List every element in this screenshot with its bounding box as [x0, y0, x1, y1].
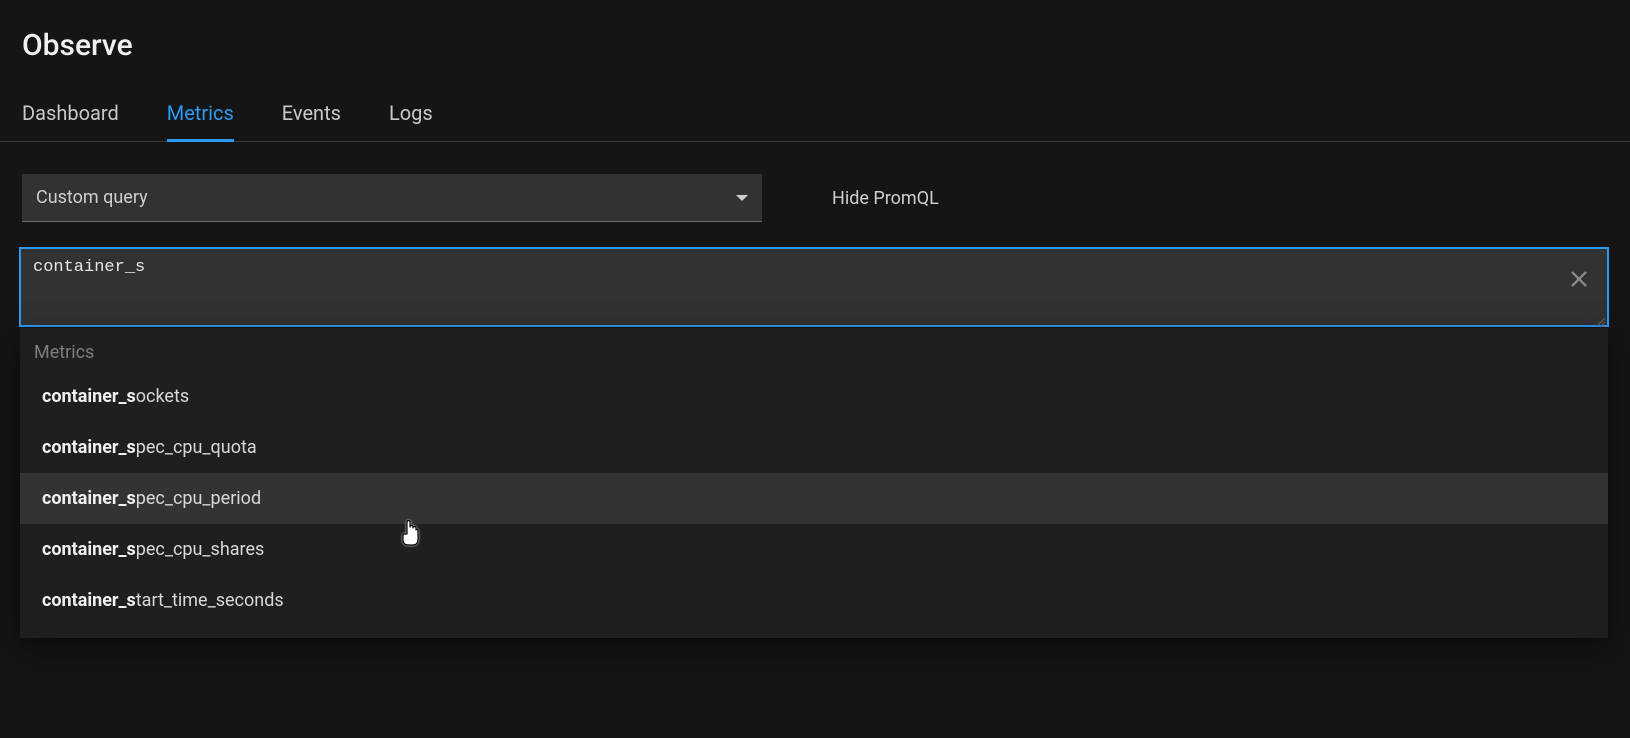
- toggle-promql-button[interactable]: Hide PromQL: [832, 188, 939, 209]
- tabs: Dashboard Metrics Events Logs: [0, 63, 1630, 142]
- page-title: Observe: [0, 0, 1630, 63]
- autocomplete-header: Metrics: [20, 328, 1608, 371]
- toolbar: Custom query Hide PromQL: [0, 142, 1630, 222]
- autocomplete-item[interactable]: container_sockets: [20, 371, 1608, 422]
- chevron-down-icon: [736, 195, 748, 201]
- autocomplete-items: container_socketscontainer_spec_cpu_quot…: [20, 371, 1608, 626]
- autocomplete-item[interactable]: container_spec_cpu_shares: [20, 524, 1608, 575]
- tab-logs[interactable]: Logs: [389, 101, 433, 141]
- query-template-select[interactable]: Custom query: [22, 174, 762, 222]
- query-template-select-label: Custom query: [36, 187, 148, 208]
- tab-events[interactable]: Events: [282, 101, 341, 141]
- autocomplete-item[interactable]: container_start_time_seconds: [20, 575, 1608, 626]
- tab-dashboard[interactable]: Dashboard: [22, 101, 119, 141]
- tab-metrics[interactable]: Metrics: [167, 101, 234, 142]
- autocomplete-dropdown: Metrics container_socketscontainer_spec_…: [20, 328, 1608, 638]
- promql-query-input[interactable]: [20, 248, 1608, 326]
- autocomplete-item[interactable]: container_spec_cpu_period: [20, 473, 1608, 524]
- autocomplete-item[interactable]: container_spec_cpu_quota: [20, 422, 1608, 473]
- clear-query-icon[interactable]: [1568, 268, 1590, 290]
- query-container: Metrics container_socketscontainer_spec_…: [20, 248, 1608, 330]
